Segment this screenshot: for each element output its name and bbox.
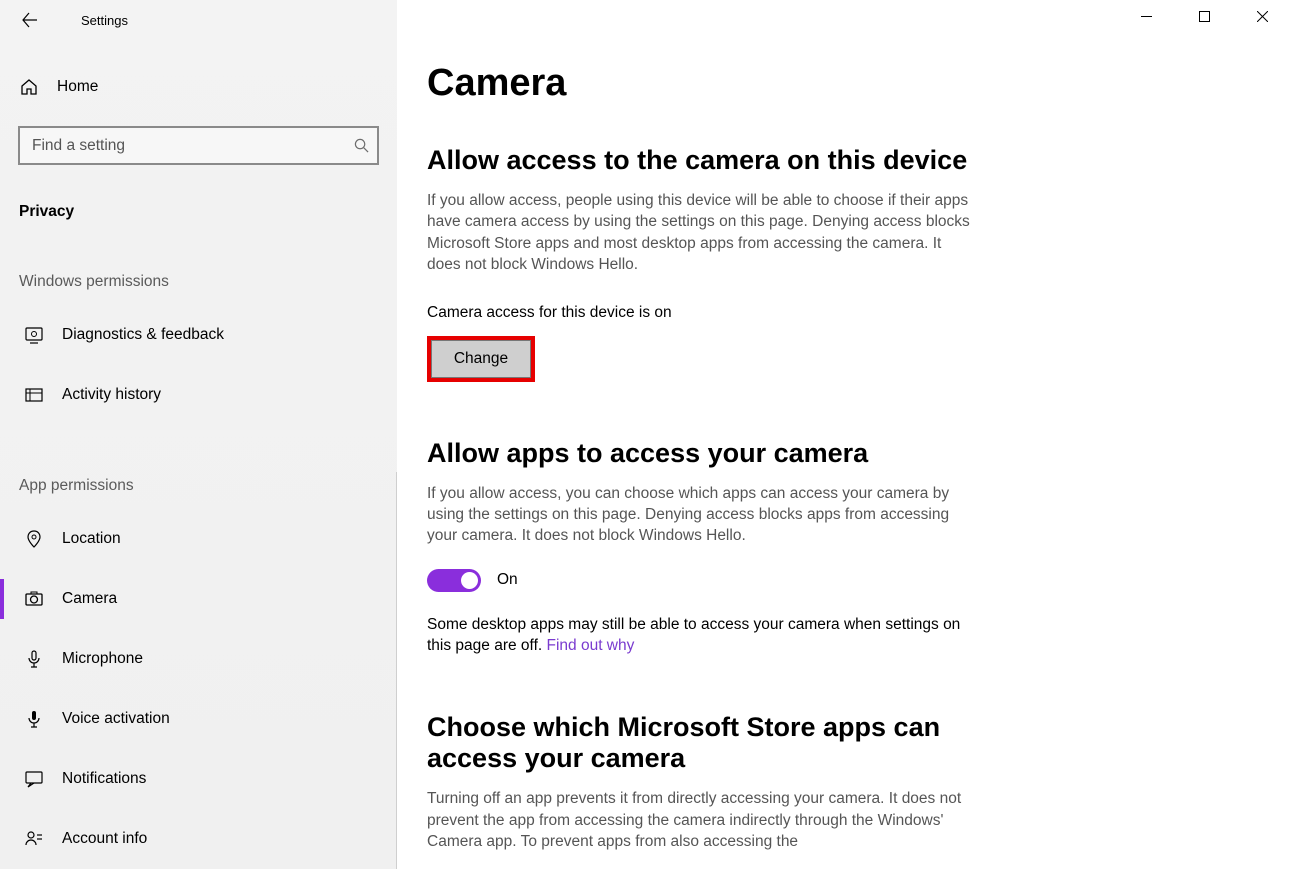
page-title: Camera [427,62,1291,105]
toggle-label: On [497,571,518,589]
nav-label: Notifications [62,770,146,788]
back-arrow-icon [22,12,38,28]
window-controls [1117,0,1291,32]
nav-label: Diagnostics & feedback [62,326,224,344]
section2-title: Allow apps to access your camera [427,438,987,469]
section1-title: Allow access to the camera on this devic… [427,145,987,176]
sidebar: Settings Home Privacy Windows permission… [0,0,397,869]
change-button-highlight: Change [427,336,535,382]
camera-access-status: Camera access for this device is on [427,304,1291,322]
allow-apps-toggle-row: On [427,569,1291,592]
nav-item-location[interactable]: Location [0,509,397,569]
home-icon [19,77,39,97]
allow-apps-toggle[interactable] [427,569,481,592]
notifications-icon [24,769,44,789]
change-button[interactable]: Change [431,340,531,378]
nav-item-notifications[interactable]: Notifications [0,749,397,809]
minimize-icon [1141,11,1152,22]
nav-item-voice[interactable]: Voice activation [0,689,397,749]
nav-item-activity[interactable]: Activity history [0,365,397,425]
account-icon [24,829,44,849]
main-content: Camera Allow access to the camera on thi… [397,0,1291,869]
close-button[interactable] [1233,0,1291,32]
nav-item-camera[interactable]: Camera [0,569,397,629]
nav-label: Voice activation [62,710,170,728]
back-button[interactable] [15,5,45,35]
maximize-button[interactable] [1175,0,1233,32]
nav-label: Account info [62,830,147,848]
location-icon [24,529,44,549]
nav-label: Activity history [62,386,161,404]
nav-label: Microphone [62,650,143,668]
note-text: Some desktop apps may still be able to a… [427,616,960,654]
nav-item-diagnostics[interactable]: Diagnostics & feedback [0,305,397,365]
section2-note: Some desktop apps may still be able to a… [427,614,967,657]
titlebar: Settings [0,0,397,40]
maximize-icon [1199,11,1210,22]
close-icon [1257,11,1268,22]
group-app-permissions: App permissions [0,477,397,495]
activity-icon [24,385,44,405]
app-title: Settings [81,13,128,28]
section1-desc: If you allow access, people using this d… [427,190,977,276]
voice-icon [24,709,44,729]
nav-label: Camera [62,590,117,608]
toggle-knob [461,572,478,589]
search-input[interactable] [20,137,345,155]
nav-item-microphone[interactable]: Microphone [0,629,397,689]
find-out-why-link[interactable]: Find out why [547,637,635,654]
section3-title: Choose which Microsoft Store apps can ac… [427,712,987,774]
home-label: Home [57,78,98,96]
search-container [0,126,397,165]
nav-label: Location [62,530,121,548]
minimize-button[interactable] [1117,0,1175,32]
section2-desc: If you allow access, you can choose whic… [427,483,977,547]
group-windows-permissions: Windows permissions [0,273,397,291]
home-nav-item[interactable]: Home [0,62,397,112]
microphone-icon [24,649,44,669]
camera-icon [24,589,44,609]
section3-desc: Turning off an app prevents it from dire… [427,788,977,852]
feedback-icon [24,325,44,345]
search-box[interactable] [18,126,379,165]
nav-item-account[interactable]: Account info [0,809,397,869]
category-label: Privacy [0,203,397,221]
search-icon [345,138,377,153]
